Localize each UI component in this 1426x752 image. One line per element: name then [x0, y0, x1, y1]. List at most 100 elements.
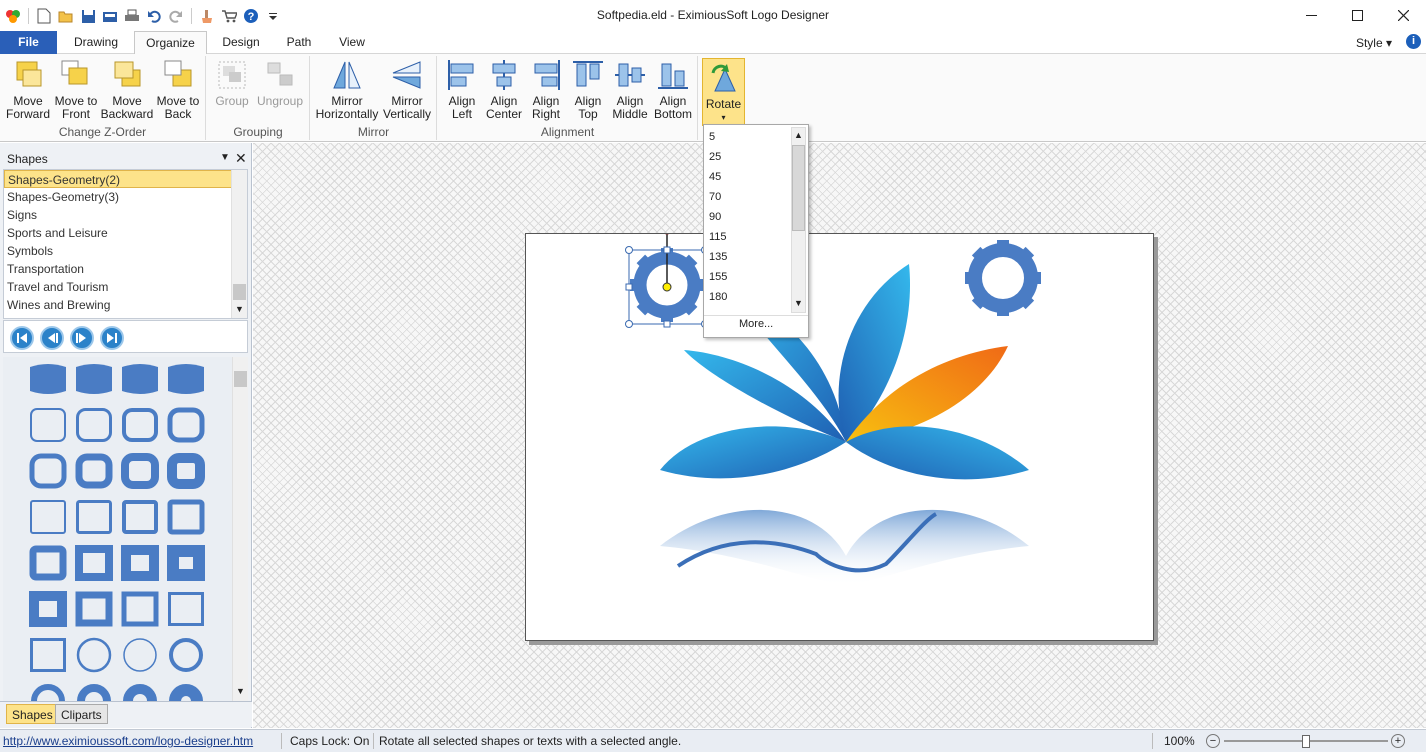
- tab-file[interactable]: File: [0, 31, 57, 54]
- shape-thumb[interactable]: [29, 591, 67, 627]
- align-top-button[interactable]: Align Top: [567, 58, 609, 121]
- tab-organize[interactable]: Organize: [134, 31, 207, 55]
- last-page-icon[interactable]: [100, 326, 124, 350]
- category-item[interactable]: Travel and Tourism: [4, 278, 232, 296]
- shape-thumb[interactable]: [75, 591, 113, 627]
- ungroup-button[interactable]: Ungroup: [254, 58, 306, 108]
- shape-thumb[interactable]: [29, 453, 67, 489]
- previous-page-icon[interactable]: [40, 326, 64, 350]
- shape-thumb[interactable]: [75, 499, 113, 535]
- style-menu[interactable]: Style ▾: [1356, 36, 1392, 50]
- shape-thumb[interactable]: [75, 637, 113, 673]
- scroll-thumb[interactable]: [234, 371, 247, 387]
- shape-thumb[interactable]: [121, 499, 159, 535]
- panel-menu-icon[interactable]: ▼: [220, 152, 230, 163]
- rotate-angle-item[interactable]: 90: [709, 207, 721, 227]
- tab-path[interactable]: Path: [275, 31, 323, 54]
- align-right-button[interactable]: Align Right: [525, 58, 567, 121]
- shape-thumb[interactable]: [75, 453, 113, 489]
- zoom-out-icon[interactable]: −: [1206, 734, 1220, 748]
- scroll-up-icon[interactable]: ▲: [794, 130, 803, 140]
- shape-thumb[interactable]: [167, 637, 205, 673]
- scroll-down-icon[interactable]: ▼: [235, 304, 244, 314]
- shape-thumb[interactable]: [121, 453, 159, 489]
- mirror-vertically-button[interactable]: Mirror Vertically: [380, 58, 434, 121]
- align-left-button[interactable]: Align Left: [441, 58, 483, 121]
- tab-view[interactable]: View: [327, 31, 377, 54]
- panel-close-icon[interactable]: ✕: [235, 150, 247, 167]
- shape-thumb[interactable]: [121, 683, 159, 702]
- shape-thumb[interactable]: [75, 361, 113, 397]
- scroll-thumb[interactable]: [792, 145, 805, 231]
- tab-cliparts[interactable]: Cliparts: [55, 704, 108, 724]
- close-button[interactable]: [1380, 0, 1426, 31]
- rotate-more-button[interactable]: More...: [739, 318, 773, 330]
- tab-shapes[interactable]: Shapes: [6, 704, 59, 724]
- rotate-angle-item[interactable]: 115: [709, 227, 727, 247]
- ribbon-help-icon[interactable]: i: [1406, 34, 1421, 49]
- scroll-thumb[interactable]: [233, 284, 246, 300]
- shape-thumb[interactable]: [29, 545, 67, 581]
- category-item[interactable]: Symbols: [4, 242, 232, 260]
- shape-thumb[interactable]: [121, 637, 159, 673]
- menu-scrollbar[interactable]: ▲ ▼: [791, 127, 806, 313]
- category-item[interactable]: Signs: [4, 206, 232, 224]
- align-middle-button[interactable]: Align Middle: [609, 58, 651, 121]
- rotate-angle-item[interactable]: 70: [709, 187, 721, 207]
- category-item[interactable]: Shapes-Geometry(3): [4, 188, 232, 206]
- gear-shape[interactable]: [965, 240, 1041, 316]
- shape-thumb[interactable]: [29, 499, 67, 535]
- group-button[interactable]: Group: [210, 58, 254, 108]
- shape-thumb[interactable]: [121, 591, 159, 627]
- shape-thumb[interactable]: [167, 591, 205, 627]
- gallery-scrollbar[interactable]: ▼: [232, 357, 248, 702]
- move-to-back-button[interactable]: Move to Back: [155, 58, 201, 121]
- move-forward-button[interactable]: Move Forward: [3, 58, 53, 121]
- move-to-front-button[interactable]: Move to Front: [53, 58, 99, 121]
- shape-thumb[interactable]: [75, 683, 113, 702]
- category-item[interactable]: Transportation: [4, 260, 232, 278]
- shape-thumb[interactable]: [167, 407, 205, 443]
- shape-thumb[interactable]: [167, 361, 205, 397]
- maximize-button[interactable]: [1334, 0, 1380, 31]
- align-bottom-button[interactable]: Align Bottom: [651, 58, 695, 121]
- zoom-in-icon[interactable]: +: [1391, 734, 1405, 748]
- category-scrollbar[interactable]: ▼: [231, 170, 247, 318]
- shape-thumb[interactable]: [121, 545, 159, 581]
- shape-thumb[interactable]: [167, 545, 205, 581]
- category-item[interactable]: Sports and Leisure: [4, 224, 232, 242]
- shape-thumb[interactable]: [29, 637, 67, 673]
- rotate-angle-item[interactable]: 180: [709, 287, 727, 307]
- shape-thumb[interactable]: [167, 499, 205, 535]
- shape-thumb[interactable]: [121, 407, 159, 443]
- rotate-angle-item[interactable]: 45: [709, 167, 721, 187]
- website-link[interactable]: http://www.eximioussoft.com/logo-designe…: [3, 734, 253, 748]
- logo-document[interactable]: [525, 225, 1154, 641]
- design-canvas[interactable]: [253, 143, 1426, 728]
- scroll-down-icon[interactable]: ▼: [794, 298, 803, 308]
- category-item[interactable]: Wines and Brewing: [4, 296, 232, 314]
- scroll-down-icon[interactable]: ▼: [236, 686, 245, 696]
- tab-drawing[interactable]: Drawing: [62, 31, 130, 54]
- rotate-button[interactable]: Rotate ▾: [702, 58, 745, 126]
- zoom-slider-thumb[interactable]: [1302, 735, 1310, 748]
- shape-thumb[interactable]: [29, 361, 67, 397]
- move-backward-button[interactable]: Move Backward: [100, 58, 154, 121]
- shape-thumb[interactable]: [75, 407, 113, 443]
- next-page-icon[interactable]: [70, 326, 94, 350]
- shape-thumb[interactable]: [167, 683, 205, 702]
- category-item[interactable]: Shapes-Geometry(2): [4, 170, 232, 188]
- minimize-button[interactable]: [1288, 0, 1334, 31]
- rotate-angle-item[interactable]: 5: [709, 127, 715, 147]
- rotate-angle-item[interactable]: 135: [709, 247, 727, 267]
- shape-thumb[interactable]: [75, 545, 113, 581]
- shape-thumb[interactable]: [167, 453, 205, 489]
- shape-thumb[interactable]: [29, 683, 67, 702]
- first-page-icon[interactable]: [10, 326, 34, 350]
- mirror-horizontally-button[interactable]: Mirror Horizontally: [314, 58, 380, 121]
- shape-thumb[interactable]: [29, 407, 67, 443]
- rotate-angle-item[interactable]: 155: [709, 267, 727, 287]
- tab-design[interactable]: Design: [210, 31, 272, 54]
- align-center-button[interactable]: Align Center: [483, 58, 525, 121]
- rotate-angle-item[interactable]: 25: [709, 147, 721, 167]
